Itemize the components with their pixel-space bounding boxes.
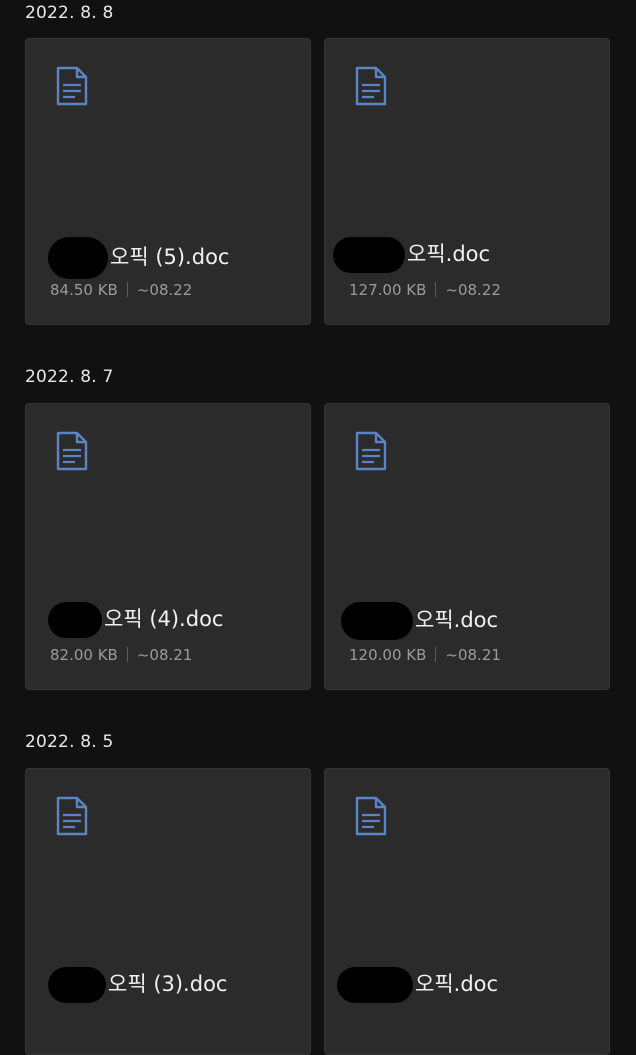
file-name-label: 오픽 (4).doc — [104, 607, 224, 631]
file-name-label: 오픽.doc — [415, 972, 499, 996]
document-icon — [355, 66, 387, 106]
file-name-label: 오픽.doc — [407, 242, 491, 266]
file-name-label: 오픽.doc — [415, 608, 499, 632]
document-icon — [56, 66, 88, 106]
meta-divider — [435, 282, 437, 297]
document-icon — [355, 431, 387, 471]
meta-divider — [126, 282, 128, 297]
file-modified: ~08.22 — [136, 281, 193, 299]
file-card[interactable]: 오픽 (4).doc 82.00 KB ~08.21 — [25, 403, 311, 690]
file-card[interactable]: 오픽.doc 127.00 KB ~08.22 — [324, 38, 610, 325]
date-header: 2022. 8. 5 — [25, 732, 114, 752]
file-card[interactable]: 오픽.doc — [324, 768, 610, 1055]
document-icon — [355, 796, 387, 836]
file-card[interactable]: 오픽 (5).doc 84.50 KB ~08.22 — [25, 38, 311, 325]
file-meta: 82.00 KB ~08.21 — [50, 646, 192, 664]
file-card[interactable]: 오픽.doc 120.00 KB ~08.21 — [324, 403, 610, 690]
redaction-mark — [337, 967, 413, 1003]
redaction-mark — [333, 237, 405, 273]
file-name: 오픽.doc — [337, 967, 498, 1003]
file-meta: 120.00 KB ~08.21 — [349, 646, 501, 664]
file-size: 120.00 KB — [349, 646, 427, 664]
redaction-mark — [341, 602, 413, 640]
file-size: 84.50 KB — [50, 281, 118, 299]
redaction-mark — [48, 602, 102, 638]
file-name: 오픽 (4).doc — [48, 602, 223, 638]
file-name: 오픽.doc — [341, 602, 498, 640]
meta-divider — [126, 647, 128, 662]
file-name-label: 오픽 (5).doc — [110, 245, 230, 269]
file-modified: ~08.21 — [445, 646, 501, 664]
redaction-mark — [48, 237, 108, 279]
file-card[interactable]: 오픽 (3).doc — [25, 768, 311, 1055]
file-name: 오픽.doc — [333, 237, 490, 273]
file-name: 오픽 (5).doc — [48, 237, 229, 279]
file-name-label: 오픽 (3).doc — [108, 972, 228, 996]
file-meta: 84.50 KB ~08.22 — [50, 281, 192, 299]
document-icon — [56, 796, 88, 836]
file-modified: ~08.22 — [445, 281, 501, 299]
meta-divider — [435, 647, 437, 662]
file-size: 127.00 KB — [349, 281, 427, 299]
redaction-mark — [48, 967, 106, 1003]
document-icon — [56, 431, 88, 471]
date-header: 2022. 8. 7 — [25, 367, 114, 387]
file-name: 오픽 (3).doc — [48, 967, 227, 1003]
date-header: 2022. 8. 8 — [25, 3, 114, 23]
file-size: 82.00 KB — [50, 646, 118, 664]
file-meta: 127.00 KB ~08.22 — [349, 281, 501, 299]
file-modified: ~08.21 — [136, 646, 193, 664]
